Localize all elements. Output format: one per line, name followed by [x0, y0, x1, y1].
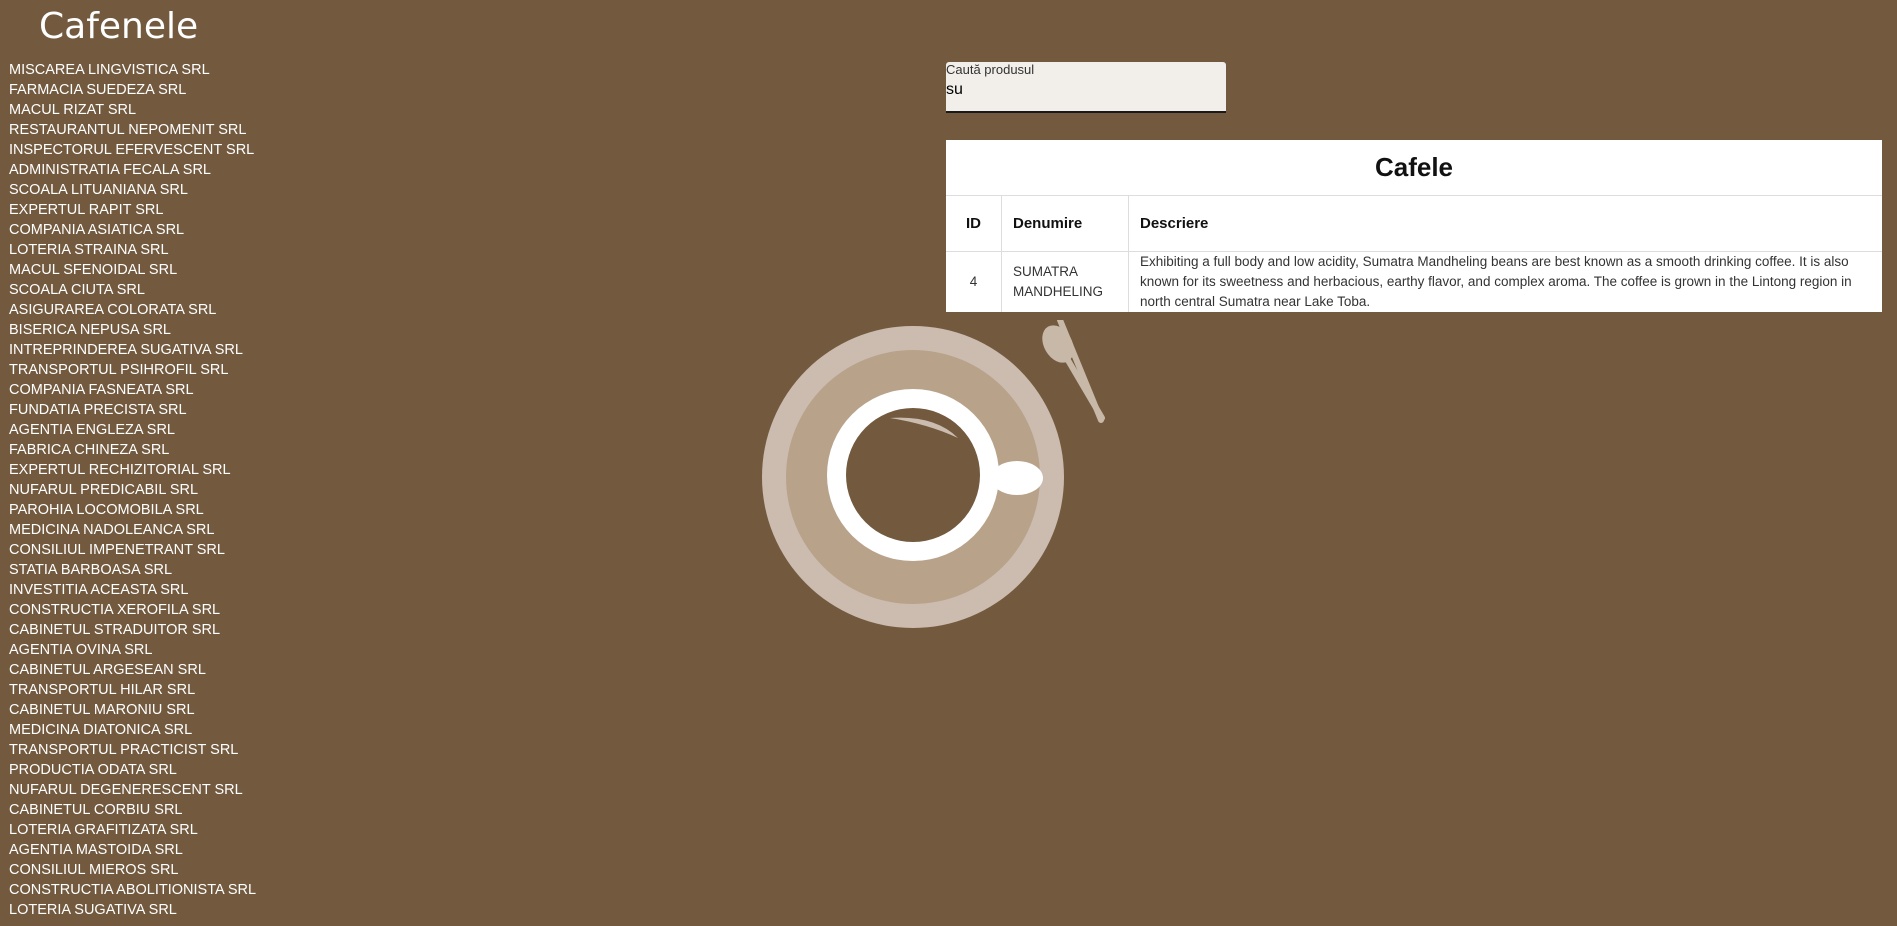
- search-label: Caută produsul: [946, 62, 1035, 77]
- coffee-table-panel: Cafele ID Denumire Descriere 4 SUMATRA M…: [946, 140, 1882, 312]
- company-item[interactable]: CONSILIUL IMPENETRANT SRL: [9, 540, 256, 560]
- company-item[interactable]: TRANSPORTUL HILAR SRL: [9, 680, 256, 700]
- company-item[interactable]: INVESTITIA ACEASTA SRL: [9, 580, 256, 600]
- coffee-cup-icon: [762, 320, 1105, 628]
- company-item[interactable]: FABRICA CHINEZA SRL: [9, 440, 256, 460]
- coffee-surface: [846, 408, 980, 542]
- company-item[interactable]: AGENTIA OVINA SRL: [9, 640, 256, 660]
- company-item[interactable]: EXPERTUL RECHIZITORIAL SRL: [9, 460, 256, 480]
- company-item[interactable]: MACUL RIZAT SRL: [9, 100, 256, 120]
- company-item[interactable]: ADMINISTRATIA FECALA SRL: [9, 160, 256, 180]
- company-item[interactable]: SCOALA LITUANIANA SRL: [9, 180, 256, 200]
- company-item[interactable]: STATIA BARBOASA SRL: [9, 560, 256, 580]
- company-item[interactable]: CABINETUL CORBIU SRL: [9, 800, 256, 820]
- company-item[interactable]: CONSTRUCTIA ABOLITIONISTA SRL: [9, 880, 256, 900]
- page-title: Cafenele: [39, 6, 199, 47]
- company-item[interactable]: BISERICA NEPUSA SRL: [9, 320, 256, 340]
- company-item[interactable]: FUNDATIA PRECISTA SRL: [9, 400, 256, 420]
- company-item[interactable]: FARMACIA SUEDEZA SRL: [9, 80, 256, 100]
- company-list: MISCAREA LINGVISTICA SRL FARMACIA SUEDEZ…: [9, 60, 256, 920]
- header-id: ID: [946, 196, 1002, 252]
- header-description: Descriere: [1128, 196, 1882, 252]
- company-item[interactable]: AGENTIA ENGLEZA SRL: [9, 420, 256, 440]
- company-item[interactable]: NUFARUL DEGENERESCENT SRL: [9, 780, 256, 800]
- coffee-table: ID Denumire Descriere 4 SUMATRA MANDHELI…: [946, 196, 1882, 312]
- cell-description: Exhibiting a full body and low acidity, …: [1128, 251, 1882, 312]
- company-item[interactable]: PRODUCTIA ODATA SRL: [9, 760, 256, 780]
- company-item[interactable]: CABINETUL ARGESEAN SRL: [9, 660, 256, 680]
- company-item[interactable]: AGENTIA MASTOIDA SRL: [9, 840, 256, 860]
- table-title: Cafele: [946, 140, 1882, 196]
- cell-name: SUMATRA MANDHELING: [1001, 251, 1129, 312]
- company-item[interactable]: TRANSPORTUL PSIHROFIL SRL: [9, 360, 256, 380]
- table-row[interactable]: 4 SUMATRA MANDHELING Exhibiting a full b…: [946, 251, 1882, 312]
- search-field[interactable]: Caută produsul: [946, 62, 1226, 113]
- company-item[interactable]: NUFARUL PREDICABIL SRL: [9, 480, 256, 500]
- company-item[interactable]: INTREPRINDEREA SUGATIVA SRL: [9, 340, 256, 360]
- company-item[interactable]: SCOALA CIUTA SRL: [9, 280, 256, 300]
- company-item[interactable]: TRANSPORTUL PRACTICIST SRL: [9, 740, 256, 760]
- company-item[interactable]: INSPECTORUL EFERVESCENT SRL: [9, 140, 256, 160]
- company-item[interactable]: MACUL SFENOIDAL SRL: [9, 260, 256, 280]
- spoon-bowl: [1042, 325, 1074, 363]
- table-header-row: ID Denumire Descriere: [946, 196, 1882, 252]
- company-item[interactable]: EXPERTUL RAPIT SRL: [9, 200, 256, 220]
- cell-id: 4: [969, 274, 978, 289]
- company-item[interactable]: LOTERIA GRAFITIZATA SRL: [9, 820, 256, 840]
- company-item[interactable]: CABINETUL MARONIU SRL: [9, 700, 256, 720]
- header-name: Denumire: [1001, 196, 1129, 252]
- company-item[interactable]: COMPANIA FASNEATA SRL: [9, 380, 256, 400]
- company-item[interactable]: MEDICINA NADOLEANCA SRL: [9, 520, 256, 540]
- company-item[interactable]: ASIGURAREA COLORATA SRL: [9, 300, 256, 320]
- search-input[interactable]: [946, 81, 1216, 99]
- company-item[interactable]: CONSILIUL MIEROS SRL: [9, 860, 256, 880]
- company-item[interactable]: COMPANIA ASIATICA SRL: [9, 220, 256, 240]
- company-item[interactable]: CONSTRUCTIA XEROFILA SRL: [9, 600, 256, 620]
- company-item[interactable]: MISCAREA LINGVISTICA SRL: [9, 60, 256, 80]
- company-item[interactable]: RESTAURANTUL NEPOMENIT SRL: [9, 120, 256, 140]
- company-item[interactable]: PAROHIA LOCOMOBILA SRL: [9, 500, 256, 520]
- company-item[interactable]: MEDICINA DIATONICA SRL: [9, 720, 256, 740]
- company-item[interactable]: LOTERIA SUGATIVA SRL: [9, 900, 256, 920]
- company-item[interactable]: LOTERIA STRAINA SRL: [9, 240, 256, 260]
- company-item[interactable]: CABINETUL STRADUITOR SRL: [9, 620, 256, 640]
